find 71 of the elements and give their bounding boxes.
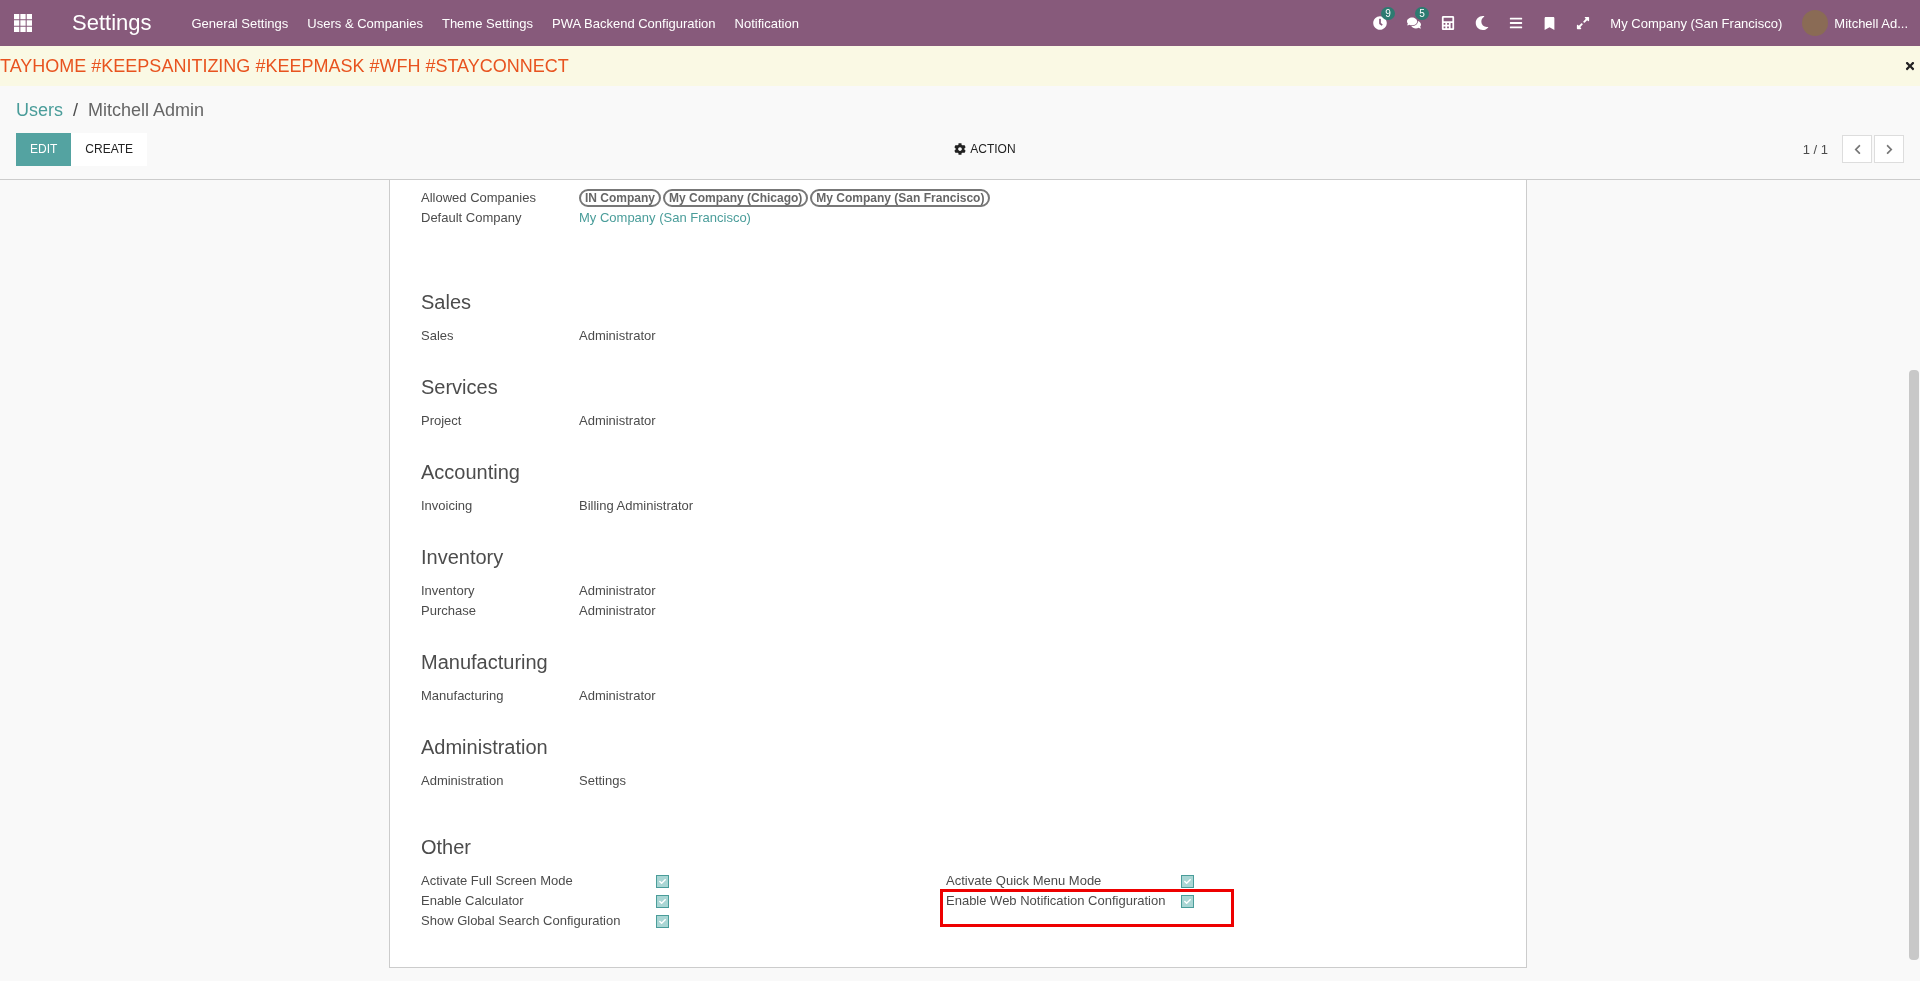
menu-item[interactable]: Notification [734,15,799,31]
field-value: Settings [579,773,626,788]
check-icon [659,917,666,925]
field-label: Invoicing [421,497,474,515]
breadcrumb-separator: / [73,99,79,121]
section-heading: Accounting [421,460,521,484]
field-value: Administrator [579,688,656,703]
check-icon [1184,897,1191,905]
section-heading: Manufacturing [421,650,549,674]
edit-button[interactable]: EDIT [16,132,72,166]
field-value: Administrator [579,603,656,618]
calculator-icon[interactable] [1441,16,1456,30]
pager-counter: 1 / 1 [1802,141,1828,157]
moon-icon[interactable] [1475,16,1490,30]
gear-icon [954,143,967,155]
menu-icon[interactable] [1509,16,1524,30]
count-badge: 9 [1381,7,1395,20]
check-icon [659,877,666,885]
close-button[interactable] [1904,60,1916,72]
field-value: Administrator [579,328,656,343]
field-value: Administrator [579,583,656,598]
expand-icon[interactable] [1576,16,1591,30]
menu-item[interactable]: General Settings [191,15,289,31]
menu-item[interactable]: Users & Companies [307,15,423,31]
company-tag: My Company (San Francisco) [810,189,991,207]
chat-icon[interactable] [1407,16,1422,30]
section-heading: Sales [421,290,473,314]
checkbox[interactable] [1181,874,1194,888]
field-label: Enable Calculator [421,892,525,910]
clock-icon[interactable] [1373,16,1388,30]
avatar [1802,10,1829,36]
company-switcher[interactable]: My Company (San Francisco) [1610,15,1783,31]
count-badge: 5 [1415,7,1429,20]
checkbox[interactable] [656,894,669,908]
check-icon [659,897,666,905]
breadcrumb-current: Mitchell Admin [88,99,205,121]
create-button[interactable]: CREATE [71,132,148,166]
bookmark-icon[interactable] [1543,16,1557,30]
field-label: Default Company [421,209,523,227]
section-heading: Inventory [421,545,505,569]
breadcrumb-link[interactable]: Users [16,99,63,121]
check-icon [1184,877,1191,885]
field-label: Project [421,412,463,430]
field-label: Activate Quick Menu Mode [946,872,1103,890]
section-heading: Administration [421,735,549,759]
field-label: Show Global Search Configuration [421,912,622,930]
field-label: Enable Web Notification Configuration [946,892,1167,910]
banner-text: TAYHOME #KEEPSANITIZING #KEEPMASK #WFH #STAYCONNECT [0,55,569,77]
field-label: Allowed Companies [421,189,537,207]
field-label: Sales [421,327,455,345]
app-title: Settings [72,10,152,36]
field-label: Activate Full Screen Mode [421,872,574,890]
field-value: Billing Administrator [579,498,694,513]
menu-item[interactable]: PWA Backend Configuration [552,15,716,31]
action-button[interactable]: ACTION [948,141,1022,157]
section-heading: Other [421,835,473,859]
field-label: Administration [421,772,505,790]
apps-menu-icon[interactable] [14,14,32,32]
field-label: Purchase [421,602,477,620]
checkbox[interactable] [1181,894,1194,908]
company-tag: IN Company [579,189,661,207]
checkbox[interactable] [656,914,669,928]
company-link[interactable]: My Company (San Francisco) [579,210,751,225]
company-tag: My Company (Chicago) [663,189,809,207]
checkbox[interactable] [656,874,669,888]
section-heading: Services [421,375,499,399]
field-label: Manufacturing [421,687,505,705]
menu-item[interactable]: Theme Settings [441,15,533,31]
user-menu[interactable]: Mitchell Ad... [1834,15,1908,31]
field-value: Administrator [579,413,656,428]
field-label: Inventory [421,582,476,600]
